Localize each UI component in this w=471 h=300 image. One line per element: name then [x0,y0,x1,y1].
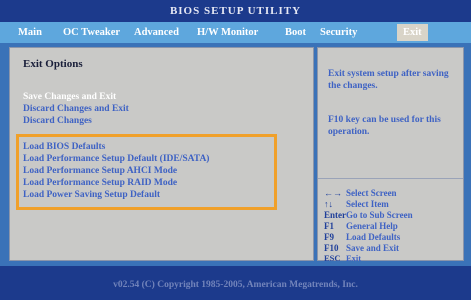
key-row-select-screen: ←→ Select Screen [324,188,397,198]
key-row-enter: EnterGo to Sub Screen [324,210,413,220]
key-row-f9: F9 Load Defaults [324,232,401,242]
option-load-power-saving[interactable]: Load Power Saving Setup Default [23,190,160,200]
option-discard-changes[interactable]: Discard Changes [23,116,92,126]
arrows-up-down-icon: ↑↓ [324,199,333,209]
tab-security[interactable]: Security [320,22,357,43]
option-discard-changes-and-exit[interactable]: Discard Changes and Exit [23,104,129,114]
key-row-f1: F1 General Help [324,221,398,231]
section-title: Exit Options [23,58,83,70]
option-load-performance-ide-sata[interactable]: Load Performance Setup Default (IDE/SATA… [23,154,209,164]
option-load-performance-ahci[interactable]: Load Performance Setup AHCI Mode [23,166,177,176]
tab-oc-tweaker[interactable]: OC Tweaker [63,22,120,43]
help-description: Exit system setup after saving the chang… [328,69,449,91]
copyright-text: v02.54 (C) Copyright 1985-2005, American… [113,280,358,290]
tab-boot[interactable]: Boot [285,22,306,43]
option-save-changes-and-exit[interactable]: Save Changes and Exit [23,92,116,102]
bios-title: BIOS SETUP UTILITY [0,0,471,22]
option-load-bios-defaults[interactable]: Load BIOS Defaults [23,142,105,152]
arrows-left-right-icon: ←→ [324,188,342,198]
key-row-f10: F10 Save and Exit [324,243,400,253]
tab-hw-monitor[interactable]: H/W Monitor [197,22,258,43]
exit-options-panel: Exit Options Save Changes and Exit Disca… [9,47,314,261]
key-row-select-item: ↑↓ Select Item [324,199,389,209]
help-hint: F10 key can be used for this operation. [328,115,441,137]
option-load-performance-raid[interactable]: Load Performance Setup RAID Mode [23,178,177,188]
tab-exit[interactable]: Exit [397,24,428,41]
tab-advanced[interactable]: Advanced [134,22,179,43]
tab-main[interactable]: Main [18,22,42,43]
help-panel: Exit system setup after saving the chang… [317,47,464,263]
copyright-footer: v02.54 (C) Copyright 1985-2005, American… [0,266,471,300]
menu-bar: Main OC Tweaker Advanced H/W Monitor Boo… [0,22,471,43]
help-divider [318,178,463,179]
key-row-esc: ESC Exit [324,253,362,263]
